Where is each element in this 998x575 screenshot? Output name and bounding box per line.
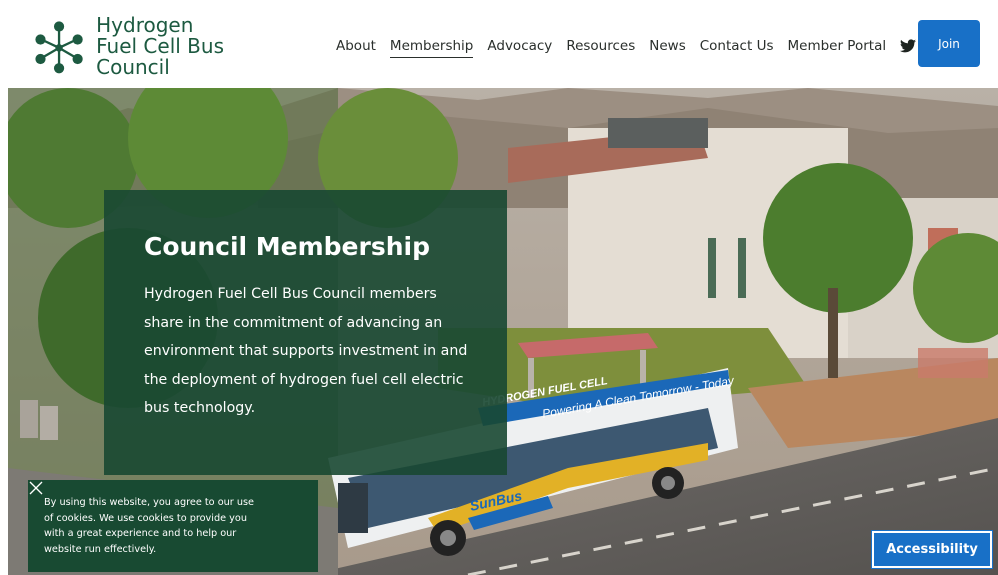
nav-news[interactable]: News — [649, 38, 685, 54]
site-logo[interactable]: Hydrogen Fuel Cell Bus Council — [34, 14, 224, 78]
twitter-icon[interactable] — [900, 38, 917, 54]
close-icon[interactable] — [28, 480, 44, 496]
nav-advocacy[interactable]: Advocacy — [487, 38, 552, 54]
cookie-text: By using this website, you agree to our … — [44, 497, 254, 555]
nav-membership[interactable]: Membership — [389, 38, 474, 58]
nav-member-portal[interactable]: Member Portal — [787, 38, 886, 54]
brand-name: Hydrogen Fuel Cell Bus Council — [96, 12, 224, 79]
main-nav: About Membership Advocacy Resources News… — [336, 35, 960, 58]
brand-name-line: Fuel Cell Bus — [96, 33, 224, 58]
brand-name-line: Hydrogen — [96, 12, 194, 37]
accessibility-button[interactable]: Accessibility — [871, 530, 993, 569]
nav-resources[interactable]: Resources — [566, 38, 635, 54]
join-button[interactable]: Join — [918, 20, 980, 67]
site-header: Hydrogen Fuel Cell Bus Council About Mem… — [0, 0, 998, 88]
molecule-icon — [35, 21, 83, 74]
membership-description: Hydrogen Fuel Cell Bus Council members s… — [144, 286, 468, 416]
nav-about[interactable]: About — [336, 38, 376, 54]
page-title: Council Membership — [144, 232, 430, 261]
cookie-banner: By using this website, you agree to our … — [28, 480, 318, 572]
membership-panel: Council Membership Hydrogen Fuel Cell Bu… — [104, 190, 507, 475]
brand-name-line: Council — [96, 54, 170, 79]
hero-section: Powering A Clean Tomorrow - Today HYDROG… — [8, 88, 998, 575]
nav-contact-us[interactable]: Contact Us — [700, 38, 774, 54]
